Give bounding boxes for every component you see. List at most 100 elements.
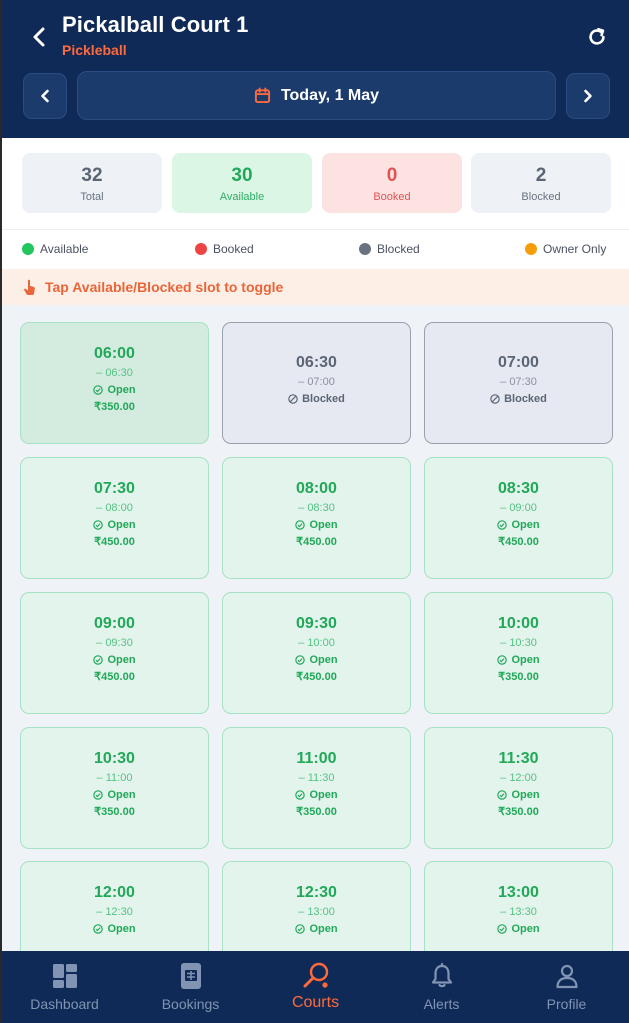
stats-row: 32 Total 30 Available 0 Booked 2 Blocked: [2, 138, 629, 228]
tap-hand-icon: [24, 279, 35, 295]
time-slot[interactable]: 12:00 – 12:30 Open: [20, 861, 209, 951]
nav-bookings[interactable]: Bookings: [128, 951, 253, 1023]
slot-price: ₹350.00: [498, 671, 539, 683]
slot-end-time: – 11:00: [96, 772, 133, 784]
toggle-hint-banner: Tap Available/Blocked slot to toggle: [2, 269, 629, 305]
slot-end-time: – 09:30: [96, 637, 133, 649]
time-slot[interactable]: 08:00 – 08:30 Open ₹450.00: [222, 457, 411, 579]
slot-start-time: 06:00: [94, 345, 135, 362]
time-slot[interactable]: 09:00 – 09:30 Open ₹450.00: [20, 592, 209, 714]
slot-status: Open: [425, 923, 612, 935]
check-circle-icon: [497, 790, 508, 800]
slot-end-time: – 09:00: [500, 502, 537, 514]
legend-owner-only-label: Owner Only: [543, 242, 607, 256]
nav-alerts[interactable]: Alerts: [379, 951, 504, 1023]
slot-start-time: 11:00: [296, 750, 337, 767]
time-slot[interactable]: 06:30 – 07:00 Blocked: [222, 322, 411, 444]
calendar-icon: [254, 87, 270, 104]
slot-status-label: Open: [107, 384, 136, 396]
slot-status: Open: [21, 654, 208, 666]
nav-courts[interactable]: Courts: [253, 951, 378, 1023]
slot-status: Open: [425, 519, 612, 531]
slot-end-time: – 11:30: [298, 772, 335, 784]
slot-status-label: Open: [511, 519, 540, 531]
nav-alerts-label: Alerts: [423, 996, 460, 1012]
refresh-button[interactable]: [582, 22, 612, 52]
time-slot[interactable]: 08:30 – 09:00 Open ₹450.00: [424, 457, 613, 579]
check-circle-icon: [497, 655, 508, 665]
time-slot[interactable]: 12:30 – 13:00 Open: [222, 861, 411, 951]
slot-price: ₹450.00: [94, 536, 135, 548]
slot-price: ₹450.00: [296, 536, 337, 548]
legend-blocked-label: Blocked: [377, 242, 420, 256]
time-slot[interactable]: 10:30 – 11:00 Open ₹350.00: [20, 727, 209, 849]
sport-subtitle: Pickleball: [62, 42, 127, 58]
slot-status-label: Open: [511, 654, 540, 666]
slot-end-time: – 12:00: [500, 772, 537, 784]
slot-price: ₹350.00: [296, 806, 337, 818]
booked-dot-icon: [195, 243, 207, 255]
owner-only-dot-icon: [525, 243, 537, 255]
time-slot[interactable]: 07:00 – 07:30 Blocked: [424, 322, 613, 444]
time-slot[interactable]: 07:30 – 08:00 Open ₹450.00: [20, 457, 209, 579]
available-dot-icon: [22, 243, 34, 255]
slot-start-time: 10:30: [94, 750, 135, 767]
slot-status: Open: [425, 789, 612, 801]
check-circle-icon: [295, 520, 306, 530]
next-day-button[interactable]: [566, 73, 610, 119]
slot-status-label: Open: [107, 519, 136, 531]
slot-price: ₹350.00: [498, 806, 539, 818]
time-slot[interactable]: 11:00 – 11:30 Open ₹350.00: [222, 727, 411, 849]
check-circle-icon: [93, 924, 104, 934]
time-slot[interactable]: 09:30 – 10:00 Open ₹450.00: [222, 592, 411, 714]
slot-end-time: – 10:00: [298, 637, 335, 649]
date-label: Today, 1 May: [280, 86, 380, 104]
legend-owner-only: Owner Only: [525, 242, 606, 256]
slot-status: Open: [21, 923, 208, 935]
time-slot[interactable]: 11:30 – 12:00 Open ₹350.00: [424, 727, 613, 849]
person-icon: [555, 964, 578, 989]
chevron-left-icon: [33, 27, 45, 47]
stat-booked: 0 Booked: [322, 153, 462, 213]
slot-status: Blocked: [223, 393, 410, 405]
slot-status-label: Blocked: [504, 393, 547, 405]
stat-available-value: 30: [231, 165, 253, 186]
slot-end-time: – 07:30: [500, 376, 537, 388]
time-slot[interactable]: 10:00 – 10:30 Open ₹350.00: [424, 592, 613, 714]
slot-end-time: – 13:00: [298, 906, 335, 918]
legend-blocked: Blocked: [359, 242, 420, 256]
slot-status: Open: [223, 519, 410, 531]
check-circle-icon: [93, 655, 104, 665]
nav-dashboard[interactable]: Dashboard: [2, 951, 127, 1023]
date-picker[interactable]: Today, 1 May: [77, 71, 556, 120]
nav-courts-label: Courts: [291, 994, 340, 1011]
blocked-icon: [490, 394, 500, 404]
stat-total: 32 Total: [22, 153, 162, 213]
slot-status-label: Open: [309, 923, 338, 935]
time-slot[interactable]: 06:00 – 06:30 Open ₹350.00: [20, 322, 209, 444]
check-circle-icon: [295, 924, 306, 934]
nav-profile[interactable]: Profile: [504, 951, 629, 1023]
slot-end-time: – 12:30: [96, 906, 133, 918]
slot-start-time: 11:30: [498, 750, 539, 767]
slot-start-time: 07:00: [498, 354, 539, 371]
back-button[interactable]: [24, 22, 54, 52]
refresh-icon: [589, 27, 605, 45]
slot-price: ₹450.00: [498, 536, 539, 548]
slot-start-time: 09:00: [94, 615, 135, 632]
slot-status-label: Blocked: [302, 393, 345, 405]
check-circle-icon: [93, 385, 104, 395]
slot-start-time: 08:00: [296, 480, 337, 497]
slot-end-time: – 08:30: [298, 502, 335, 514]
slot-status-label: Open: [107, 789, 136, 801]
previous-day-button[interactable]: [23, 73, 67, 119]
slot-status: Open: [21, 789, 208, 801]
slot-status-label: Open: [107, 923, 136, 935]
slot-start-time: 08:30: [498, 480, 539, 497]
nav-dashboard-label: Dashboard: [30, 996, 99, 1012]
time-slot[interactable]: 13:00 – 13:30 Open: [424, 861, 613, 951]
legend-booked: Booked: [195, 242, 254, 256]
legend-available: Available: [22, 242, 88, 256]
slot-end-time: – 08:00: [96, 502, 133, 514]
legend: Available Booked Blocked Owner Only: [2, 229, 629, 269]
